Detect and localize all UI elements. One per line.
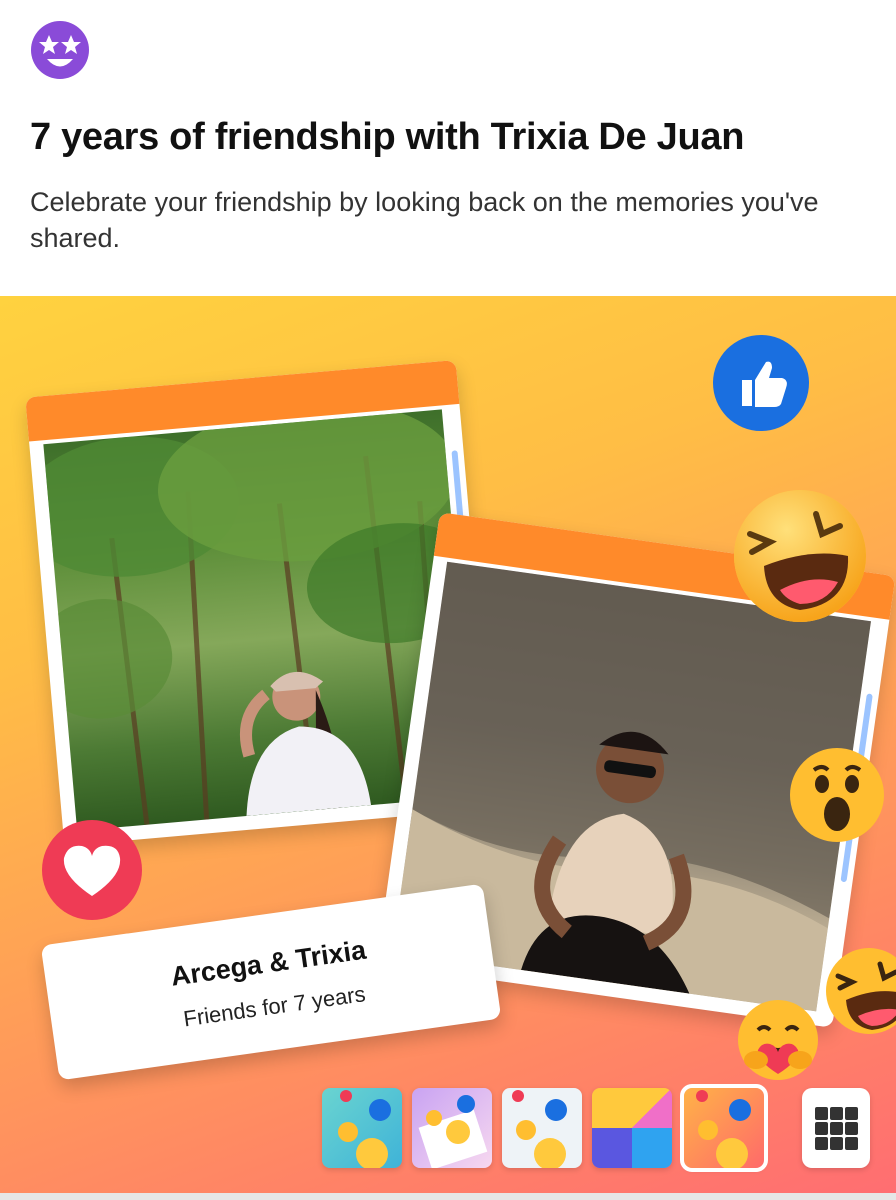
theme-thumbnail-3[interactable] bbox=[502, 1088, 582, 1168]
bottom-divider bbox=[0, 1193, 896, 1200]
page-title: 7 years of friendship with Trixia De Jua… bbox=[30, 116, 745, 158]
love-icon bbox=[42, 820, 142, 920]
theme-2-preview bbox=[418, 1095, 488, 1168]
friendship-collage: Arcega & Trixia Friends for 7 years bbox=[0, 296, 896, 1200]
more-themes-button[interactable] bbox=[802, 1088, 870, 1168]
theme-5-preview bbox=[696, 1090, 751, 1168]
theme-1-preview bbox=[338, 1090, 391, 1168]
star-eyes-emoji-icon bbox=[31, 21, 89, 79]
theme-thumbnail-2[interactable] bbox=[412, 1088, 492, 1168]
header: 7 years of friendship with Trixia De Jua… bbox=[0, 0, 896, 296]
page-subtitle: Celebrate your friendship by looking bac… bbox=[30, 187, 819, 253]
theme-thumbnail-1[interactable] bbox=[322, 1088, 402, 1168]
theme-4-preview bbox=[592, 1128, 672, 1168]
care-icon bbox=[738, 1000, 818, 1080]
theme-3-preview bbox=[512, 1090, 567, 1168]
like-icon bbox=[713, 335, 809, 431]
wow-icon bbox=[790, 748, 884, 842]
haha-icon bbox=[734, 490, 866, 622]
haha-icon bbox=[826, 948, 896, 1034]
theme-thumbnail-4[interactable] bbox=[592, 1088, 672, 1168]
theme-thumbnail-5[interactable] bbox=[680, 1084, 768, 1172]
